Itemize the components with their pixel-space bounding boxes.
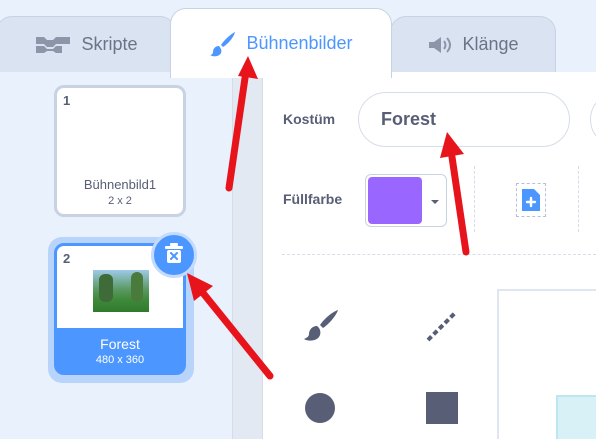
costume-name-input[interactable]: Forest bbox=[358, 92, 570, 147]
delete-backdrop-button[interactable] bbox=[151, 232, 197, 278]
fill-color-label: Füllfarbe bbox=[283, 191, 343, 207]
chevron-down-icon bbox=[426, 195, 444, 207]
line-tool-icon bbox=[422, 310, 462, 350]
new-costume-button[interactable] bbox=[516, 183, 546, 217]
brush-tool-icon bbox=[302, 310, 342, 350]
circle-tool[interactable] bbox=[300, 386, 340, 426]
trash-icon bbox=[164, 242, 184, 269]
backdrop-size: 480 x 360 bbox=[95, 354, 145, 366]
tab-costumes-label: Bühnenbilder bbox=[246, 33, 353, 53]
costume-name-value: Forest bbox=[381, 109, 437, 129]
forest-thumbnail bbox=[93, 270, 149, 312]
circle-tool-icon bbox=[300, 393, 340, 430]
costume-name-label: Kostüm bbox=[283, 111, 336, 127]
tab-code-label: Skripte bbox=[81, 34, 138, 54]
fill-color-picker[interactable] bbox=[365, 174, 447, 227]
rectangle-tool[interactable] bbox=[422, 386, 462, 426]
toolbar-divider-horizontal bbox=[282, 254, 596, 255]
code-blocks-icon bbox=[34, 35, 72, 55]
speaker-icon bbox=[427, 35, 453, 55]
backdrop-size: 2 x 2 bbox=[108, 195, 132, 207]
canvas-backdrop-preview bbox=[556, 395, 596, 439]
sidebar-scroll-area bbox=[233, 72, 262, 439]
toolbar-divider bbox=[474, 166, 475, 232]
fill-color-swatch bbox=[368, 177, 422, 224]
backdrop-item-1[interactable]: 1 Bühnenbild1 2 x 2 bbox=[54, 85, 186, 217]
backdrop-name: Forest bbox=[100, 336, 140, 352]
toolbar-divider bbox=[578, 166, 579, 232]
tab-costumes[interactable]: Bühnenbilder bbox=[170, 8, 392, 78]
backdrop-number: 1 bbox=[63, 93, 71, 108]
tab-sounds-label: Klänge bbox=[462, 34, 519, 54]
tab-sounds[interactable]: Klänge bbox=[390, 16, 556, 72]
rectangle-tool-icon bbox=[422, 392, 462, 430]
paintbrush-icon bbox=[209, 30, 237, 58]
backdrop-number: 2 bbox=[63, 251, 71, 266]
line-tool[interactable] bbox=[422, 306, 462, 346]
backdrop-name: Bühnenbild1 bbox=[83, 177, 157, 192]
brush-tool[interactable] bbox=[302, 306, 342, 346]
tab-code[interactable]: Skripte bbox=[0, 16, 176, 72]
